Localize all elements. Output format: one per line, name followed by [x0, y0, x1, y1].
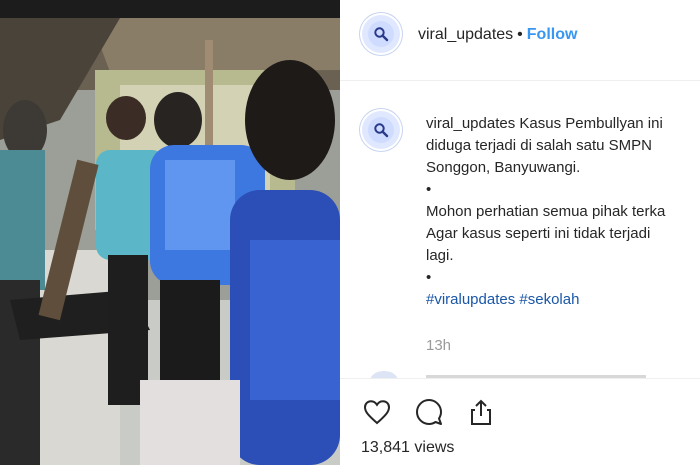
post-header: viral_updates • Follow	[340, 0, 700, 81]
video-frame	[0, 0, 340, 465]
caption-line: •	[426, 181, 432, 198]
share-icon[interactable]	[464, 395, 498, 429]
avatar[interactable]	[362, 15, 400, 53]
magnifier-icon	[368, 21, 394, 47]
caption-line: Agar kasus seperti ini tidak terjadi	[426, 225, 651, 242]
caption-line: Mohon perhatian semua pihak terka	[426, 203, 666, 220]
post-caption: viral_updates Kasus Pembullyan ini didug…	[426, 113, 700, 311]
hashtag-link[interactable]: #viralupdates	[426, 291, 515, 308]
view-count: 13,841 views	[361, 439, 455, 456]
caption-username[interactable]: viral_updates	[426, 115, 515, 132]
caption-line: lagi.	[426, 247, 454, 264]
caption-line: Songgon, Banyuwangi.	[426, 159, 581, 176]
post-panel: viral_updates • Follow viral_updates Kasus…	[340, 0, 700, 465]
caption-line: Kasus Pembullyan ini	[519, 115, 663, 132]
next-comment-partial	[370, 366, 670, 378]
magnifier-icon	[368, 117, 394, 143]
follow-button[interactable]: Follow	[527, 26, 578, 43]
username-link[interactable]: viral_updates	[418, 26, 513, 43]
post-video[interactable]	[0, 0, 340, 465]
comment-bubble-icon[interactable]	[412, 395, 446, 429]
caption-line: •	[426, 269, 432, 286]
separator-dot: •	[517, 26, 523, 43]
post-time: 13h	[426, 337, 452, 354]
caption-line: diduga terjadi di salah satu SMPN	[426, 137, 652, 154]
heart-icon[interactable]	[360, 395, 394, 429]
action-bar: 13,841 views	[340, 378, 700, 465]
caption-avatar[interactable]	[362, 111, 400, 149]
hashtag-link[interactable]: #sekolah	[519, 291, 579, 308]
